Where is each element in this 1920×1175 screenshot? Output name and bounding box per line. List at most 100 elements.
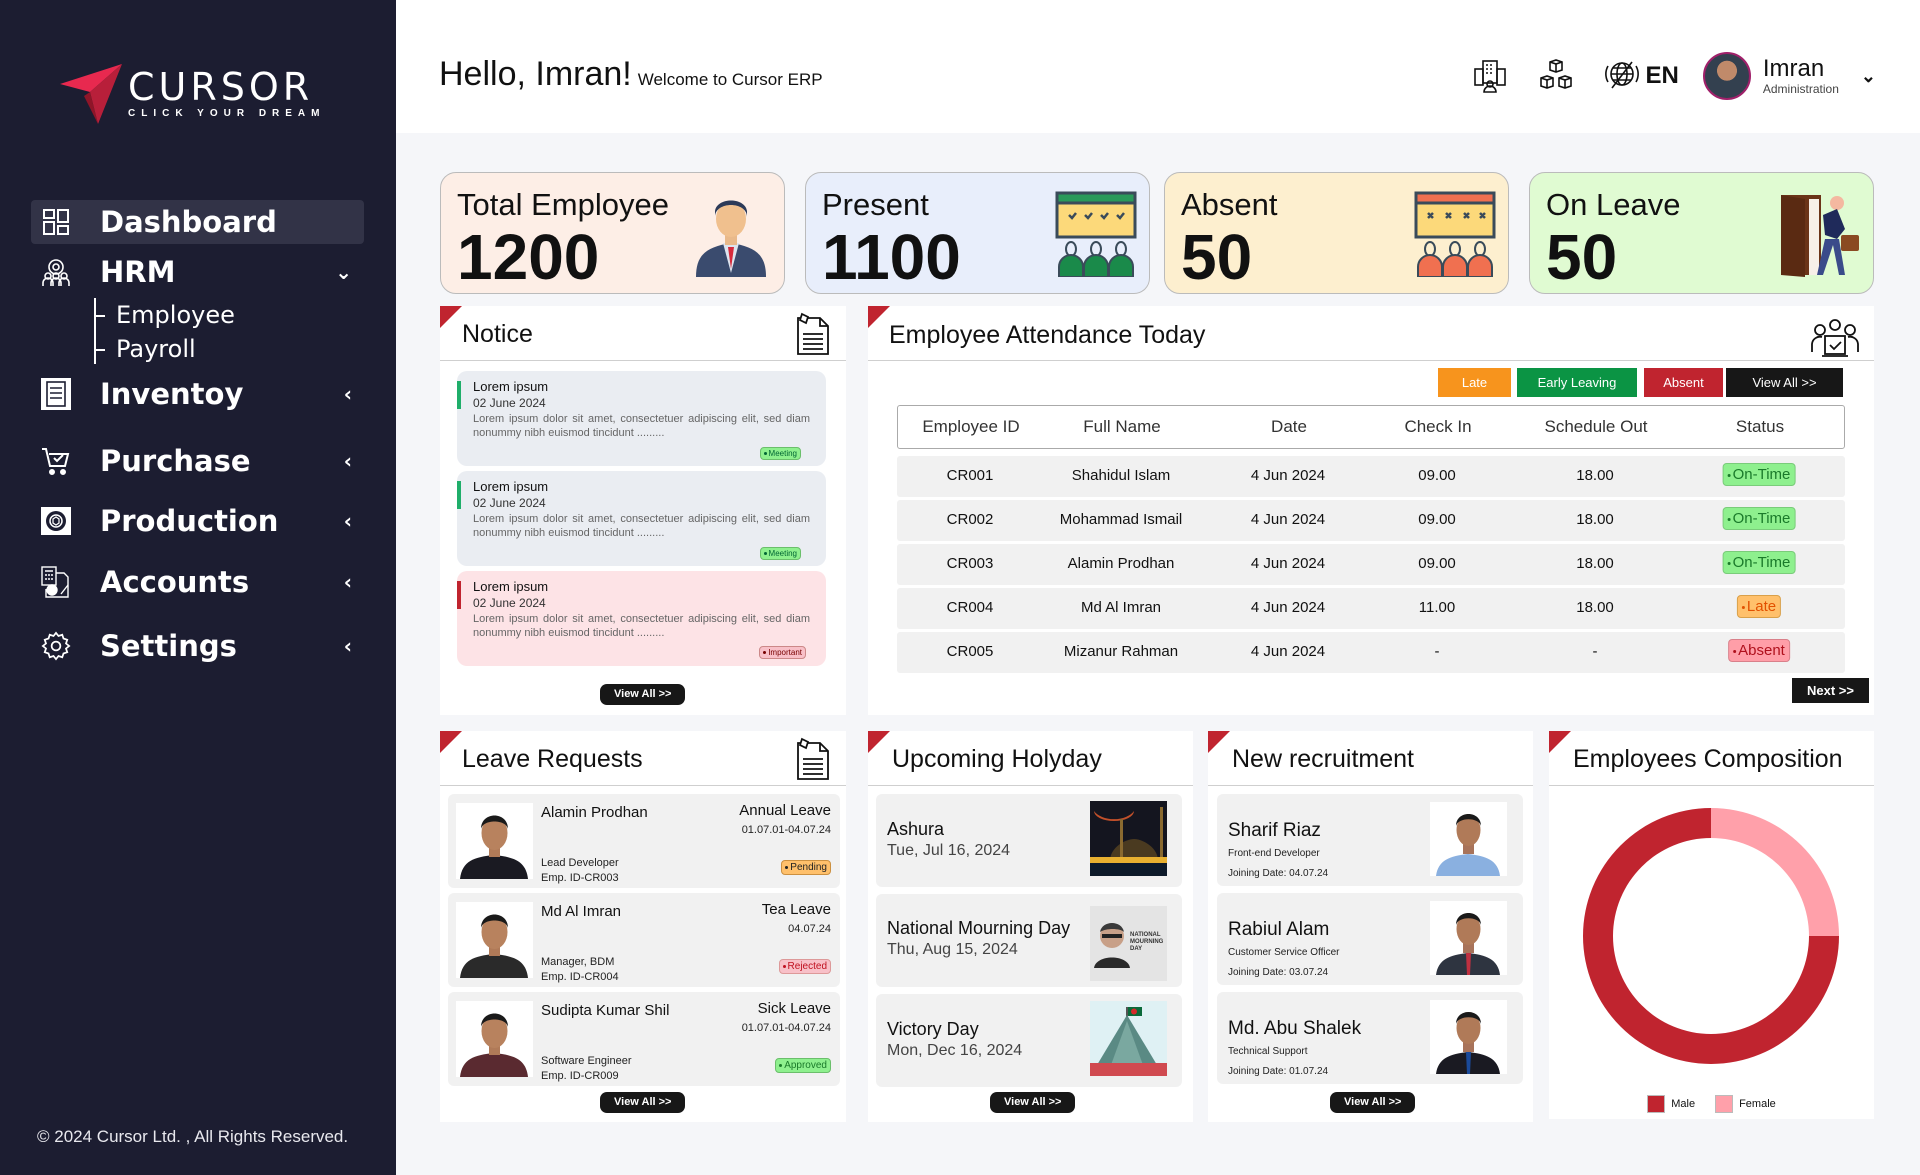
panel-corner-accent bbox=[1549, 731, 1571, 753]
leave-document-icon[interactable] bbox=[796, 737, 830, 781]
leave-status-badge: Approved bbox=[775, 1058, 831, 1073]
company-building-icon[interactable] bbox=[1472, 58, 1508, 94]
sidebar-item-hrm[interactable]: HRM ⌄ bbox=[31, 250, 364, 294]
attendance-next-button[interactable]: Next >> bbox=[1792, 678, 1869, 703]
recruit-item[interactable]: Rabiul Alam Customer Service Officer Joini… bbox=[1217, 893, 1523, 985]
notice-tag-meeting: Meeting bbox=[759, 447, 801, 460]
sidebar-item-label: Production bbox=[100, 504, 279, 538]
notice-view-all-button[interactable]: View All >> bbox=[600, 684, 686, 705]
panel-title: Employees Composition bbox=[1573, 745, 1843, 773]
divider bbox=[1208, 785, 1533, 786]
clipboard-icon bbox=[41, 378, 71, 410]
language-switcher[interactable]: EN bbox=[1604, 58, 1679, 94]
brand-name: CURSOR bbox=[128, 64, 314, 109]
table-row[interactable]: CR004 Md Al Imran 4 Jun 2024 11.00 18.00 Late bbox=[897, 588, 1845, 629]
column-header-employee-id[interactable]: Employee ID bbox=[922, 417, 1019, 437]
holiday-item[interactable]: National Mourning Day Thu, Aug 15, 2024 … bbox=[876, 894, 1182, 987]
filter-late-button[interactable]: Late bbox=[1438, 368, 1511, 397]
holiday-item[interactable]: Victory Day Mon, Dec 16, 2024 bbox=[876, 994, 1182, 1087]
legend-swatch-male bbox=[1647, 1095, 1666, 1113]
notice-item[interactable]: Lorem ipsum 02 June 2024 Lorem ipsum dol… bbox=[457, 471, 826, 566]
user-avatar[interactable] bbox=[1702, 52, 1751, 100]
paper-plane-logo-icon bbox=[60, 64, 122, 124]
holiday-item[interactable]: Ashura Tue, Jul 16, 2024 bbox=[876, 794, 1182, 887]
notice-item[interactable]: Lorem ipsum 02 June 2024 Lorem ipsum dol… bbox=[457, 571, 826, 666]
stat-card-on-leave[interactable]: On Leave 50 bbox=[1529, 172, 1874, 294]
sidebar-subitem-employee[interactable]: Employee bbox=[96, 298, 364, 332]
panel-title: Upcoming Holyday bbox=[892, 745, 1102, 773]
user-role: Administration bbox=[1762, 82, 1839, 96]
recruit-joining-date: Joining Date: 01.07.24 bbox=[1228, 1066, 1329, 1077]
status-badge: Late bbox=[1736, 595, 1782, 618]
chevron-left-icon[interactable]: ‹ bbox=[344, 634, 352, 658]
chevron-down-icon[interactable]: ⌄ bbox=[1861, 66, 1876, 87]
chevron-left-icon[interactable]: ‹ bbox=[344, 449, 352, 473]
attendance-view-all-button[interactable]: View All >> bbox=[1726, 368, 1843, 397]
column-header-schedule-out[interactable]: Schedule Out bbox=[1544, 417, 1647, 437]
filter-absent-button[interactable]: Absent bbox=[1644, 368, 1723, 397]
notice-document-icon[interactable] bbox=[796, 312, 830, 356]
cell-date: 4 Jun 2024 bbox=[1250, 555, 1326, 572]
column-header-status[interactable]: Status bbox=[1736, 417, 1784, 437]
filter-early-leaving-button[interactable]: Early Leaving bbox=[1517, 368, 1637, 397]
holiday-name: Victory Day bbox=[887, 1019, 979, 1039]
chevron-left-icon[interactable]: ‹ bbox=[344, 509, 352, 533]
language-code: EN bbox=[1645, 62, 1679, 89]
team-attendance-icon bbox=[1811, 319, 1859, 357]
table-row[interactable]: CR003 Alamin Prodhan 4 Jun 2024 09.00 18.00 O… bbox=[897, 544, 1845, 585]
stat-card-absent[interactable]: Absent 50 bbox=[1164, 172, 1509, 294]
sidebar-item-inventory[interactable]: Inventoy ‹ bbox=[31, 372, 364, 416]
notice-item[interactable]: Lorem ipsum 02 June 2024 Lorem ipsum dol… bbox=[457, 371, 826, 466]
leave-dates: 01.07.01-04.07.24 bbox=[741, 1022, 831, 1034]
cell-schedule-out: 18.00 bbox=[1576, 555, 1614, 572]
stat-card-present[interactable]: Present 1100 bbox=[805, 172, 1150, 294]
chevron-down-icon[interactable]: ⌄ bbox=[335, 260, 352, 284]
holiday-name: Ashura bbox=[887, 819, 945, 839]
recruit-item[interactable]: Sharif Riaz Front-end Developer Joining Da… bbox=[1217, 794, 1523, 886]
user-name: Imran bbox=[1762, 55, 1825, 82]
divider bbox=[440, 360, 846, 361]
sidebar-item-dashboard[interactable]: Dashboard bbox=[31, 200, 364, 244]
leave-request-item[interactable]: Alamin Prodhan Lead Developer Emp. ID-CR00… bbox=[448, 794, 840, 888]
donut-slice-female[interactable] bbox=[1711, 808, 1839, 936]
recruit-item[interactable]: Md. Abu Shalek Technical Support Joining D… bbox=[1217, 992, 1523, 1084]
recruitment-view-all-button[interactable]: View All >> bbox=[1330, 1092, 1416, 1113]
panel-corner-accent bbox=[868, 306, 890, 328]
table-row[interactable]: CR005 Mizanur Rahman 4 Jun 2024 - - Absent bbox=[897, 632, 1845, 673]
leave-view-all-button[interactable]: View All >> bbox=[600, 1092, 686, 1113]
recruit-role: Technical Support bbox=[1228, 1046, 1308, 1057]
chevron-left-icon[interactable]: ‹ bbox=[344, 382, 352, 406]
on-leave-door-icon bbox=[1781, 195, 1859, 277]
divider bbox=[868, 785, 1193, 786]
modules-boxes-icon[interactable] bbox=[1538, 58, 1574, 94]
sidebar-item-production[interactable]: Production ‹ bbox=[31, 499, 364, 543]
column-header-check-in[interactable]: Check In bbox=[1404, 417, 1471, 437]
stat-card-total-employee[interactable]: Total Employee 1200 bbox=[440, 172, 785, 294]
leave-request-item[interactable]: Md Al Imran Manager, BDM Emp. ID-CR004 Tea … bbox=[448, 893, 840, 987]
employees-composition-panel: Employees Composition Male Female bbox=[1549, 731, 1874, 1119]
panel-corner-accent bbox=[440, 731, 462, 753]
table-row[interactable]: CR002 Mohammad Ismail 4 Jun 2024 09.00 18.00… bbox=[897, 500, 1845, 541]
sidebar-item-purchase[interactable]: Purchase ‹ bbox=[31, 439, 364, 483]
recruit-photo bbox=[1430, 1000, 1507, 1074]
user-info[interactable]: Imran Administration bbox=[1762, 55, 1839, 97]
sidebar-item-accounts[interactable]: Accounts ‹ bbox=[31, 560, 364, 604]
svg-text:DAY: DAY bbox=[1130, 946, 1142, 952]
recruit-photo bbox=[1430, 901, 1507, 975]
holiday-view-all-button[interactable]: View All >> bbox=[990, 1092, 1076, 1113]
attendance-table-header: Employee ID Full Name Date Check In Sche… bbox=[897, 405, 1845, 449]
legend-swatch-female bbox=[1715, 1095, 1734, 1113]
leave-request-item[interactable]: Sudipta Kumar Shil Software Engineer Emp. … bbox=[448, 992, 840, 1086]
table-row[interactable]: CR001 Shahidul Islam 4 Jun 2024 09.00 18.00 O… bbox=[897, 456, 1845, 497]
column-header-full-name[interactable]: Full Name bbox=[1083, 417, 1160, 437]
brand-logo[interactable]: CURSOR CLICK YOUR DREAM bbox=[60, 62, 325, 124]
recruit-joining-date: Joining Date: 04.07.24 bbox=[1228, 868, 1329, 879]
chevron-left-icon[interactable]: ‹ bbox=[344, 570, 352, 594]
column-header-date[interactable]: Date bbox=[1271, 417, 1307, 437]
svg-text:NATIONAL: NATIONAL bbox=[1130, 932, 1161, 938]
cell-full-name: Mohammad Ismail bbox=[1059, 511, 1183, 528]
present-calendar-icon bbox=[1055, 191, 1137, 277]
sidebar-subitem-payroll[interactable]: Payroll bbox=[96, 332, 364, 366]
sidebar: CURSOR CLICK YOUR DREAM Dashboard HRM ⌄ … bbox=[0, 0, 396, 1175]
sidebar-item-settings[interactable]: Settings ‹ bbox=[31, 624, 364, 668]
